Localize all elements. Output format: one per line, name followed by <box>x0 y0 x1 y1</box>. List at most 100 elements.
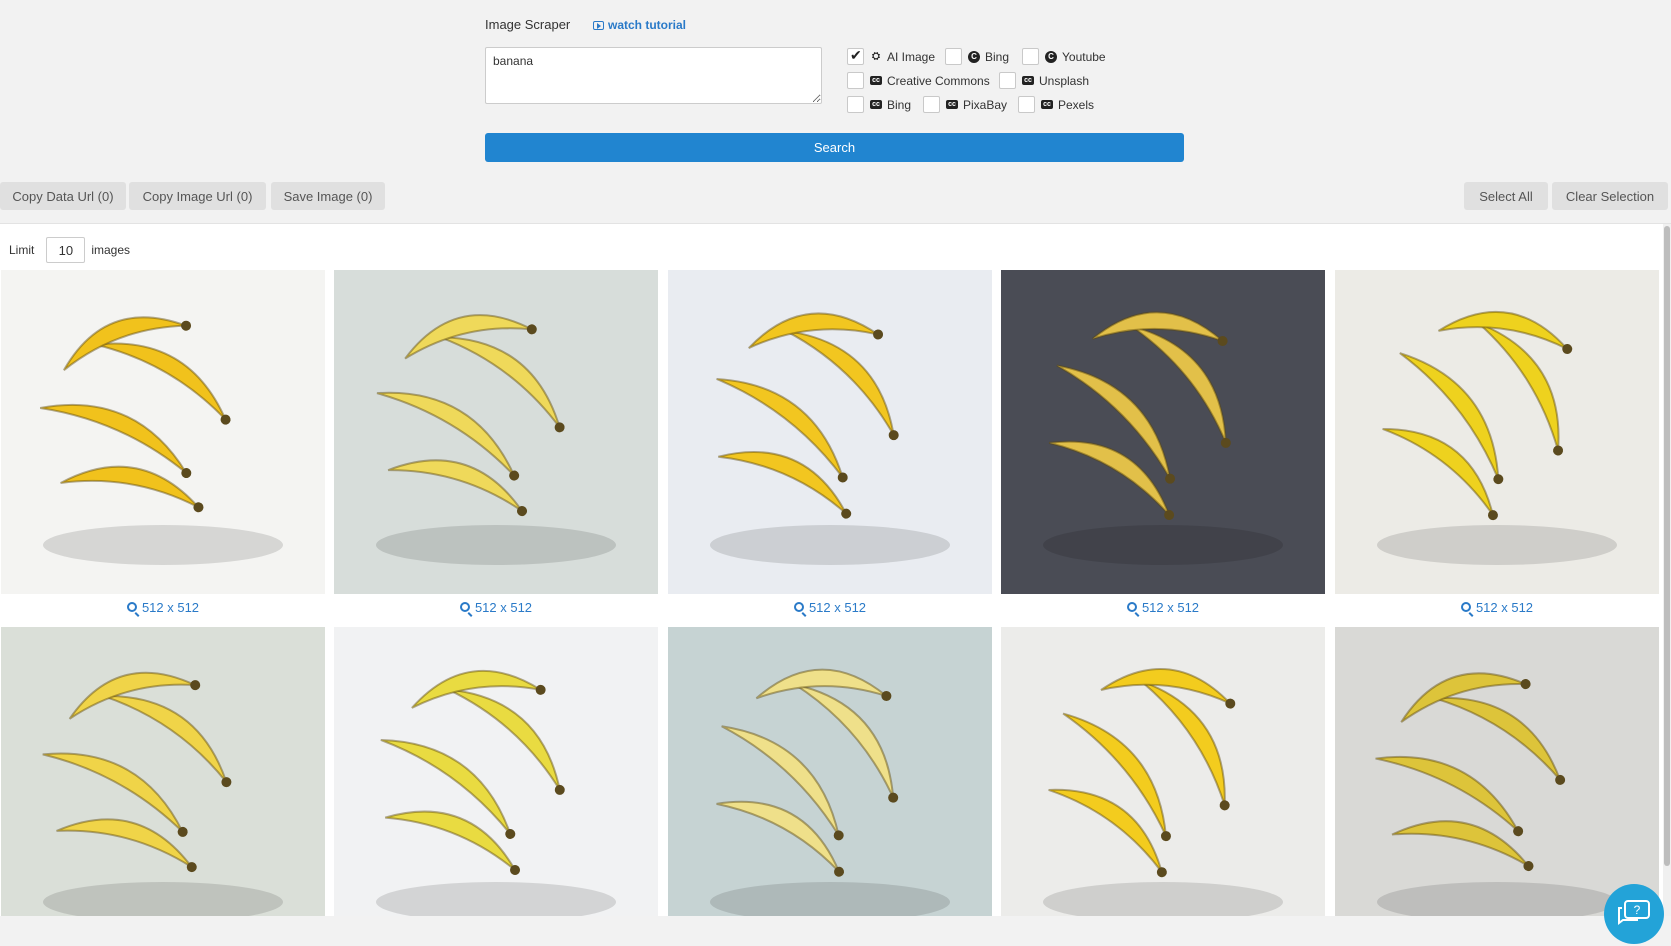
image-card[interactable] <box>1 627 325 916</box>
dimensions-label: 512 x 512 <box>808 599 867 615</box>
banana-image <box>668 627 992 916</box>
select-all-button[interactable]: Select All <box>1464 182 1548 210</box>
banana-image <box>1335 270 1659 594</box>
image-thumbnail[interactable] <box>334 270 658 594</box>
dimensions-label: 512 x 512 <box>141 599 200 615</box>
source-ai-image[interactable]: ⛭ AI Image <box>847 47 936 65</box>
image-card[interactable] <box>668 627 992 916</box>
image-dimensions-link[interactable]: 512 x 512 <box>1001 594 1325 620</box>
google-c-icon: C <box>1045 50 1057 63</box>
banana-image <box>1335 627 1659 916</box>
image-card[interactable] <box>1335 627 1659 916</box>
source-label: AI Image <box>887 49 936 64</box>
image-card[interactable]: 512 x 512 <box>1335 270 1659 620</box>
checkbox-youtube[interactable] <box>1022 48 1039 65</box>
source-bing-cc[interactable]: cc Bing <box>847 96 911 113</box>
source-creative-commons[interactable]: cc Creative Commons <box>847 72 990 89</box>
image-dimensions-link[interactable]: 512 x 512 <box>668 594 992 620</box>
banana-image <box>334 270 658 594</box>
image-card[interactable]: 512 x 512 <box>1001 270 1325 620</box>
image-card[interactable]: 512 x 512 <box>334 270 658 620</box>
watch-tutorial-link[interactable]: watch tutorial <box>593 18 686 32</box>
banana-image <box>668 270 992 594</box>
results-panel: Limit images 512 x 512 512 x 512 512 x 512… <box>0 223 1671 916</box>
cc-icon: cc <box>1022 76 1034 85</box>
source-label: PixaBay <box>963 97 1008 112</box>
source-bing[interactable]: C Bing <box>945 48 1009 65</box>
image-thumbnail[interactable] <box>668 627 992 916</box>
save-image-button[interactable]: Save Image (0) <box>271 182 385 210</box>
image-card[interactable]: 512 x 512 <box>668 270 992 620</box>
magnify-icon <box>793 602 804 612</box>
source-pixabay[interactable]: cc PixaBay <box>923 96 1007 113</box>
play-icon <box>593 20 604 30</box>
image-card[interactable] <box>334 627 658 916</box>
source-youtube[interactable]: C Youtube <box>1022 48 1106 65</box>
checkbox-bing[interactable] <box>945 48 962 65</box>
magnify-icon <box>126 602 137 612</box>
source-label: Pexels <box>1058 97 1095 112</box>
image-thumbnail[interactable] <box>1001 270 1325 594</box>
image-dimensions-link[interactable]: 512 x 512 <box>1 594 325 620</box>
source-unsplash[interactable]: cc Unsplash <box>999 72 1089 89</box>
image-card[interactable] <box>1001 627 1325 916</box>
image-thumbnail[interactable] <box>1335 270 1659 594</box>
image-thumbnail[interactable] <box>1335 627 1659 916</box>
magnify-icon <box>459 602 470 612</box>
source-pexels[interactable]: cc Pexels <box>1018 96 1094 113</box>
limit-suffix: images <box>91 243 131 257</box>
banana-image <box>1 627 325 916</box>
image-thumbnail[interactable] <box>668 270 992 594</box>
banana-image <box>1001 270 1325 594</box>
dimensions-label: 512 x 512 <box>1141 599 1200 615</box>
checkbox-pixabay[interactable] <box>923 96 940 113</box>
footer-bar <box>0 916 1671 946</box>
google-c-icon: C <box>968 50 980 63</box>
image-dimensions-link[interactable]: 512 x 512 <box>1335 594 1659 620</box>
source-label: Unsplash <box>1039 73 1090 88</box>
dimensions-label: 512 x 512 <box>474 599 533 615</box>
checkbox-pexels[interactable] <box>1018 96 1035 113</box>
cc-icon: cc <box>870 76 882 85</box>
copy-image-url-button[interactable]: Copy Image Url (0) <box>129 182 266 210</box>
header-panel: Image Scraper watch tutorial banana ⛭ AI… <box>0 0 1671 176</box>
dimensions-label: 512 x 512 <box>1475 599 1534 615</box>
cc-icon: cc <box>1041 100 1053 109</box>
limit-input[interactable] <box>46 237 86 263</box>
robot-icon: ⛭ <box>872 50 880 62</box>
image-card[interactable]: 512 x 512 <box>1 270 325 620</box>
image-thumbnail[interactable] <box>1 270 325 594</box>
chat-support-button[interactable]: ? <box>1604 884 1664 944</box>
source-label: Creative Commons <box>887 73 990 88</box>
magnify-icon <box>1126 602 1137 612</box>
copy-data-url-button[interactable]: Copy Data Url (0) <box>0 182 126 210</box>
source-label: Bing <box>887 97 912 112</box>
app-title: Image Scraper <box>485 17 571 32</box>
limit-label: Limit <box>9 243 35 257</box>
checkbox-creative-commons[interactable] <box>847 72 864 89</box>
banana-image <box>334 627 658 916</box>
scrollbar-thumb[interactable] <box>1664 226 1670 866</box>
image-thumbnail[interactable] <box>1 627 325 916</box>
checkbox-ai-image[interactable] <box>847 47 864 65</box>
cc-icon: cc <box>870 100 882 109</box>
search-query-input[interactable]: banana <box>485 47 822 104</box>
image-thumbnail[interactable] <box>1001 627 1325 916</box>
clear-selection-button[interactable]: Clear Selection <box>1552 182 1668 210</box>
source-label: Youtube <box>1062 49 1106 64</box>
image-dimensions-link[interactable]: 512 x 512 <box>334 594 658 620</box>
limit-control: Limit images <box>9 237 130 263</box>
checkbox-bing-cc[interactable] <box>847 96 864 113</box>
banana-image <box>1001 627 1325 916</box>
svg-text:?: ? <box>1634 903 1641 917</box>
magnify-icon <box>1460 602 1471 612</box>
scrollbar[interactable] <box>1663 224 1671 916</box>
image-thumbnail[interactable] <box>334 627 658 916</box>
source-label: Bing <box>985 49 1010 64</box>
chat-bubble-icon: ? <box>1618 900 1650 925</box>
search-button[interactable]: Search <box>485 133 1184 162</box>
banana-image <box>1 270 325 594</box>
watch-tutorial-label: watch tutorial <box>608 18 687 32</box>
cc-icon: cc <box>946 100 958 109</box>
checkbox-unsplash[interactable] <box>999 72 1016 89</box>
